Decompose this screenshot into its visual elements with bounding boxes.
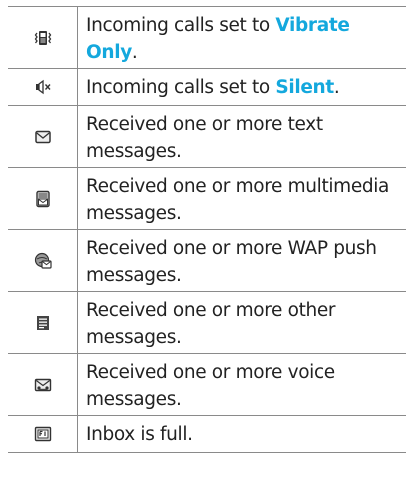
silent-icon <box>35 79 51 95</box>
wap-push-icon <box>34 252 52 269</box>
text-message-icon <box>34 130 51 143</box>
multimedia-message-icon <box>35 190 50 207</box>
row-description: Incoming calls set to Vibrate Only. <box>86 15 350 63</box>
row-description: Received one or more other messages. <box>86 300 336 348</box>
row-description: Received one or more WAP push messages. <box>86 238 377 286</box>
silent-label: Silent <box>275 77 334 98</box>
inbox-full-icon <box>34 426 51 442</box>
table-row: Incoming calls set to Vibrate Only. <box>8 7 406 69</box>
row-description: Inbox is full. <box>86 424 193 445</box>
row-description: Received one or more multimedia messages… <box>86 176 390 224</box>
table-row: Received one or more WAP push messages. <box>8 230 406 292</box>
table-row: Received one or more other messages. <box>8 292 406 354</box>
table-row: Incoming calls set to Silent. <box>8 69 406 106</box>
row-description: Received one or more text messages. <box>86 114 323 162</box>
row-description: Incoming calls set to Silent. <box>86 77 340 98</box>
table-row: Received one or more text messages. <box>8 106 406 168</box>
table-row: Received one or more multimedia messages… <box>8 168 406 230</box>
row-description: Received one or more voice messages. <box>86 362 335 410</box>
other-message-icon <box>36 315 49 330</box>
table-row: Received one or more voice messages. <box>8 354 406 416</box>
vibrate-icon <box>34 30 51 45</box>
table-row: Inbox is full. <box>8 416 406 453</box>
status-icon-table: Incoming calls set to Vibrate Only. Inco… <box>8 6 406 453</box>
voice-message-icon <box>34 378 51 391</box>
